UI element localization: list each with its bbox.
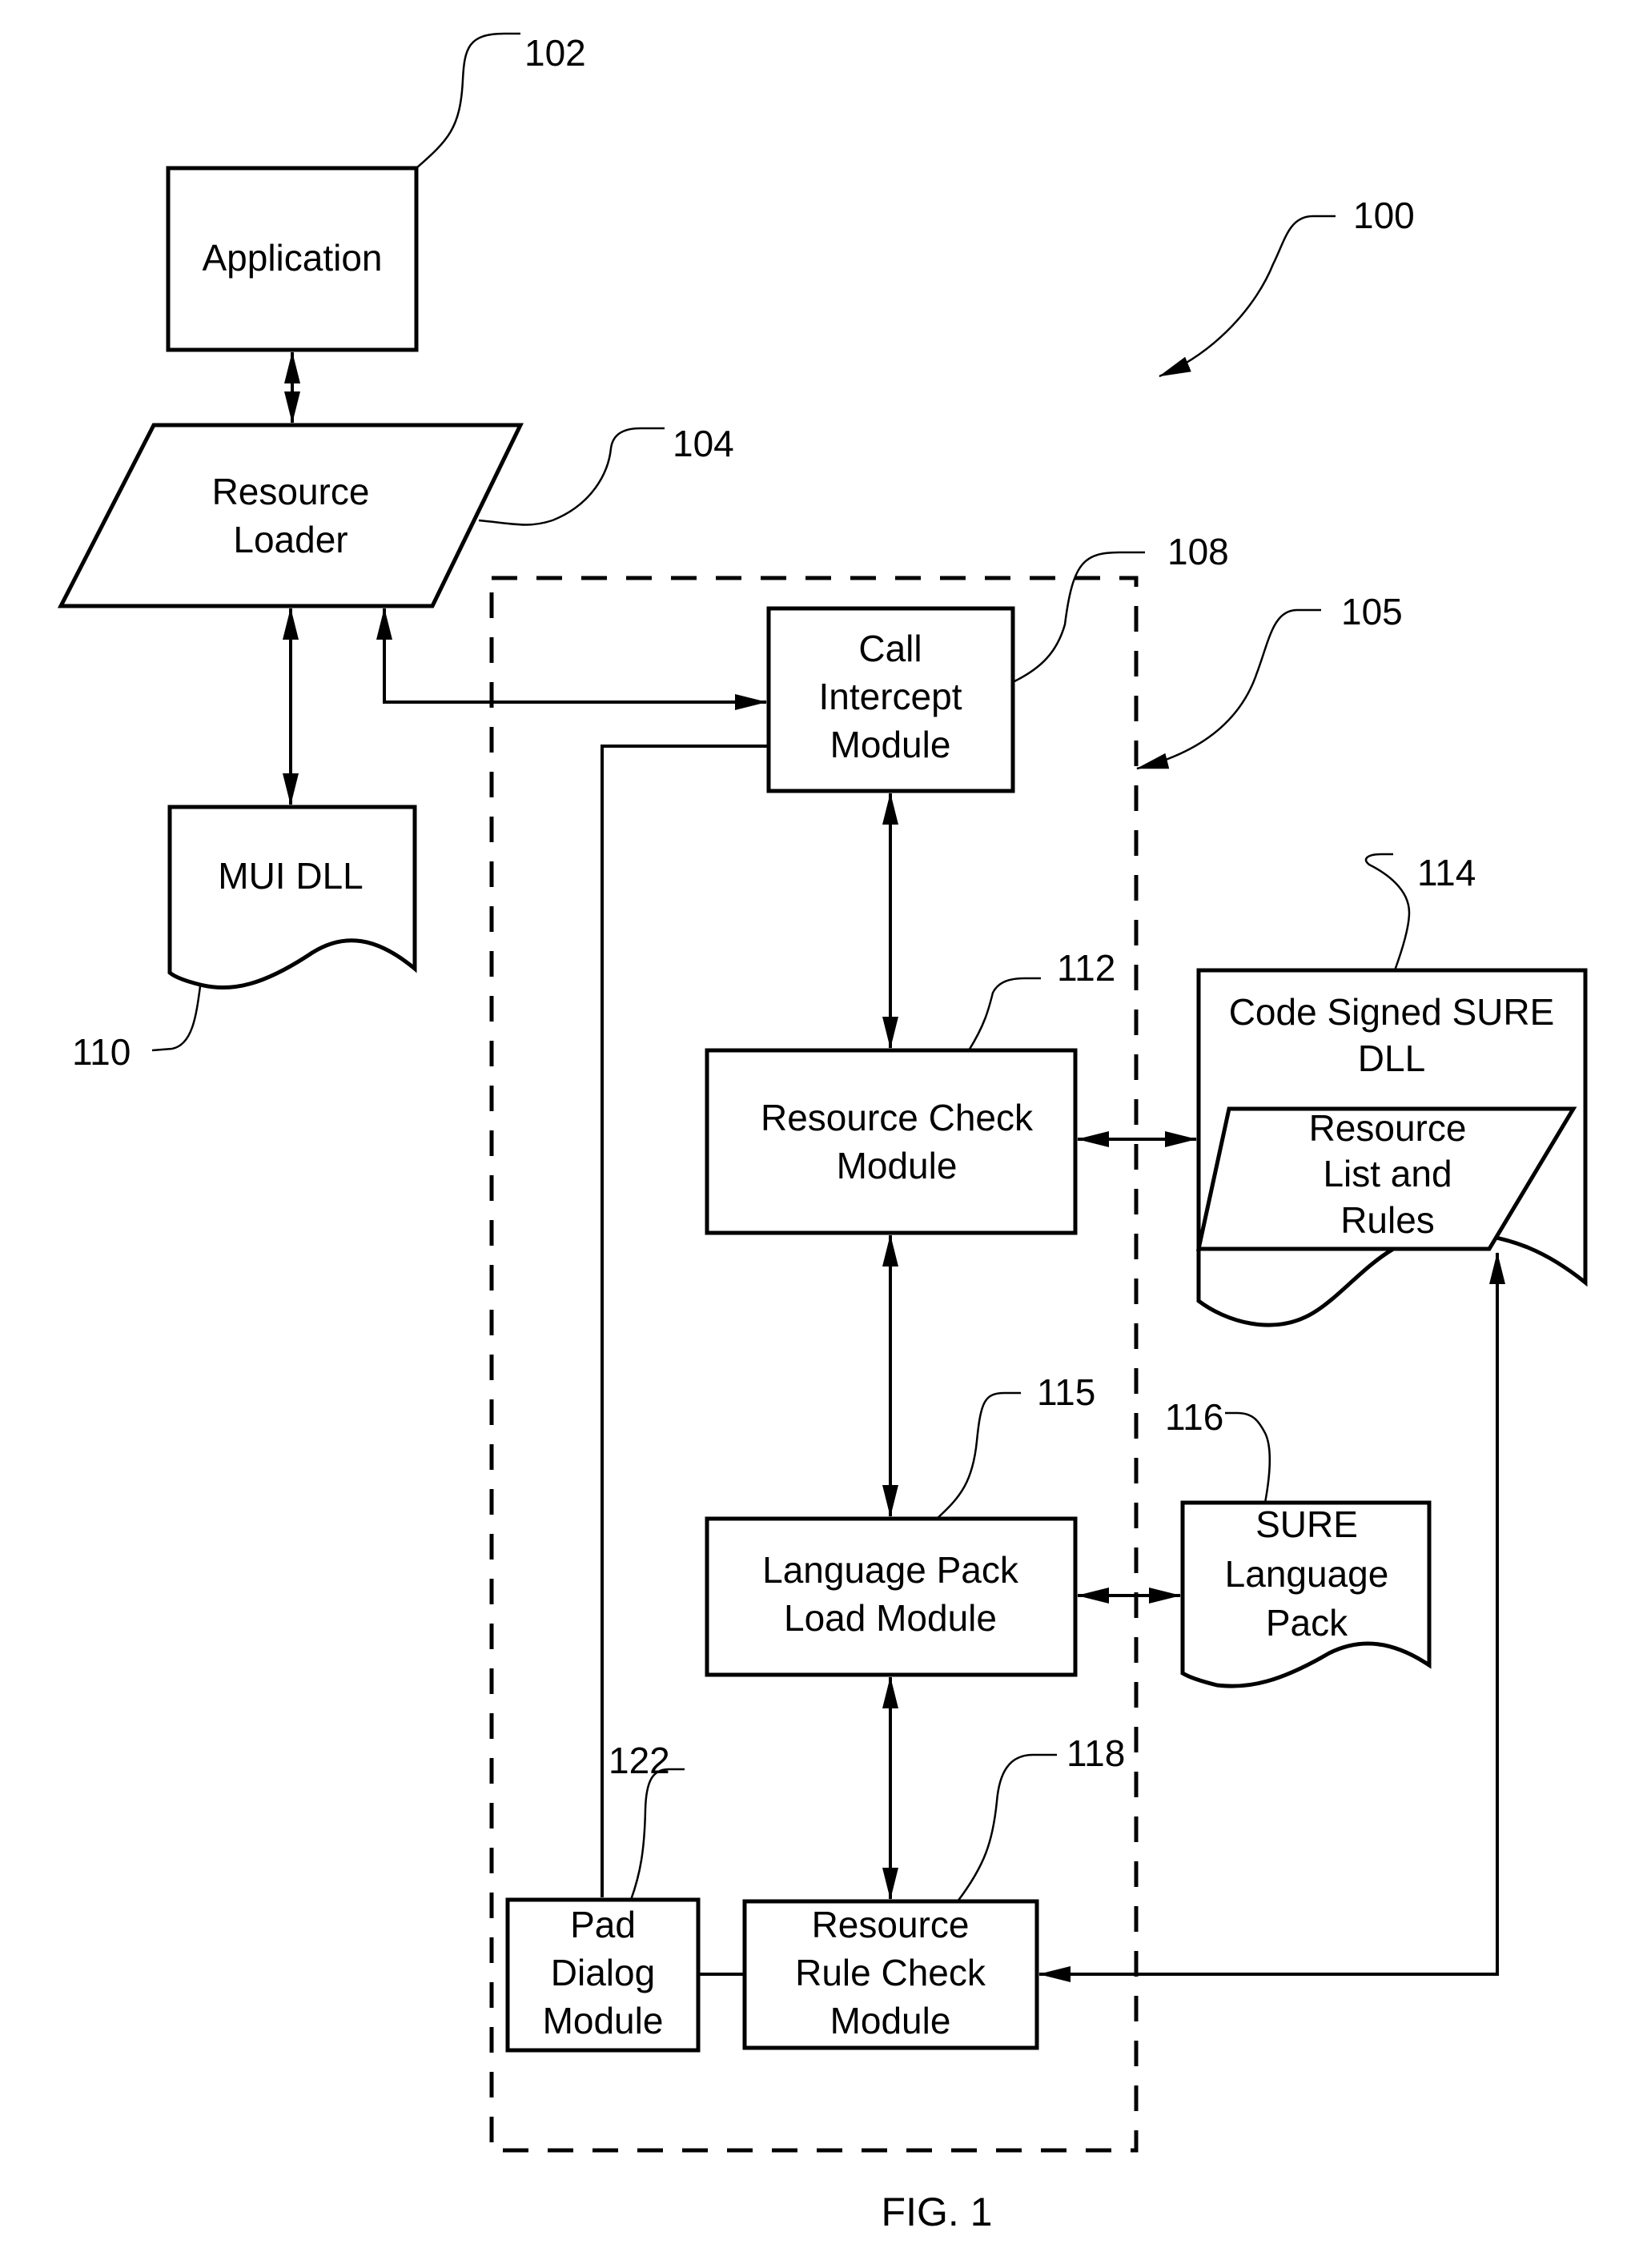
node-label: Loader <box>233 519 347 560</box>
node-label: MUI DLL <box>218 855 363 897</box>
ref-label-102: 102 <box>524 32 586 74</box>
node-label: Dialog <box>551 1952 655 1993</box>
node-pad-dialog[interactable]: Pad Dialog Module <box>505 1897 701 2053</box>
node-rule-check[interactable]: Resource Rule Check Module <box>742 1899 1039 2050</box>
node-label: Rule Check <box>795 1952 986 1993</box>
ref-label-116: 116 <box>1165 1396 1223 1438</box>
node-label: Language Pack <box>762 1549 1019 1591</box>
node-label: Rules <box>1340 1199 1435 1241</box>
ref-label-118: 118 <box>1067 1732 1125 1774</box>
leader-114 <box>1364 853 1411 971</box>
leader-110 <box>151 985 202 1052</box>
node-label: Resource <box>1309 1107 1467 1149</box>
leader-122 <box>629 1768 685 1901</box>
node-label: Intercept <box>819 676 962 717</box>
node-label: Resource <box>812 1904 970 1945</box>
node-label: Module <box>830 724 951 765</box>
ref-label-115: 115 <box>1037 1371 1095 1413</box>
node-label: Resource Check <box>761 1097 1034 1138</box>
node-label: Resource <box>212 471 370 512</box>
ref-label-104: 104 <box>673 423 734 464</box>
node-label: Call <box>858 628 922 669</box>
leader-115 <box>936 1391 1021 1519</box>
ref-label-114: 114 <box>1417 852 1476 893</box>
node-label: Module <box>830 2000 951 2041</box>
node-label: Language <box>1225 1553 1389 1595</box>
node-label: Load Module <box>784 1597 997 1639</box>
leader-118 <box>957 1753 1057 1902</box>
ref-label-100: 100 <box>1353 195 1415 236</box>
ref-label-108: 108 <box>1167 531 1229 572</box>
node-resource-loader[interactable]: Resource Loader <box>57 423 524 608</box>
leader-100 <box>1159 215 1336 378</box>
node-mui-dll[interactable]: MUI DLL <box>167 805 417 990</box>
node-label: SURE <box>1255 1503 1358 1545</box>
node-label: Module <box>837 1145 958 1186</box>
ref-label-112: 112 <box>1057 947 1115 989</box>
leader-102 <box>416 32 520 169</box>
edge-call-intercept-pad-dialog <box>601 745 769 1897</box>
patent-diagram: Application 102 Resource Loader 104 100 … <box>57 32 1588 2234</box>
figure-caption: FIG. 1 <box>882 2190 993 2234</box>
node-label: List and <box>1323 1153 1452 1194</box>
node-label: Pad <box>570 1904 636 1945</box>
node-label: Pack <box>1266 1602 1348 1644</box>
ref-label-105: 105 <box>1341 591 1403 632</box>
node-label: Module <box>543 2000 664 2041</box>
node-lang-pack-load[interactable]: Language Pack Load Module <box>705 1516 1078 1677</box>
node-call-intercept[interactable]: Call Intercept Module <box>766 606 1015 793</box>
node-application[interactable]: Application <box>166 166 419 352</box>
ref-label-122: 122 <box>609 1740 670 1781</box>
node-label: DLL <box>1358 1038 1425 1079</box>
node-resource-check[interactable]: Resource Check Module <box>705 1048 1078 1235</box>
node-label: Code Signed SURE <box>1229 991 1555 1033</box>
leader-112 <box>967 977 1041 1051</box>
leader-108 <box>1012 551 1145 684</box>
node-sure-lang-pack[interactable]: SURE Language Pack <box>1180 1500 1432 1688</box>
leader-105 <box>1136 608 1321 770</box>
edge-resource-loader-call-intercept <box>376 608 767 710</box>
ref-label-110: 110 <box>72 1031 131 1073</box>
node-label: Application <box>202 237 382 279</box>
leader-116 <box>1225 1411 1271 1503</box>
